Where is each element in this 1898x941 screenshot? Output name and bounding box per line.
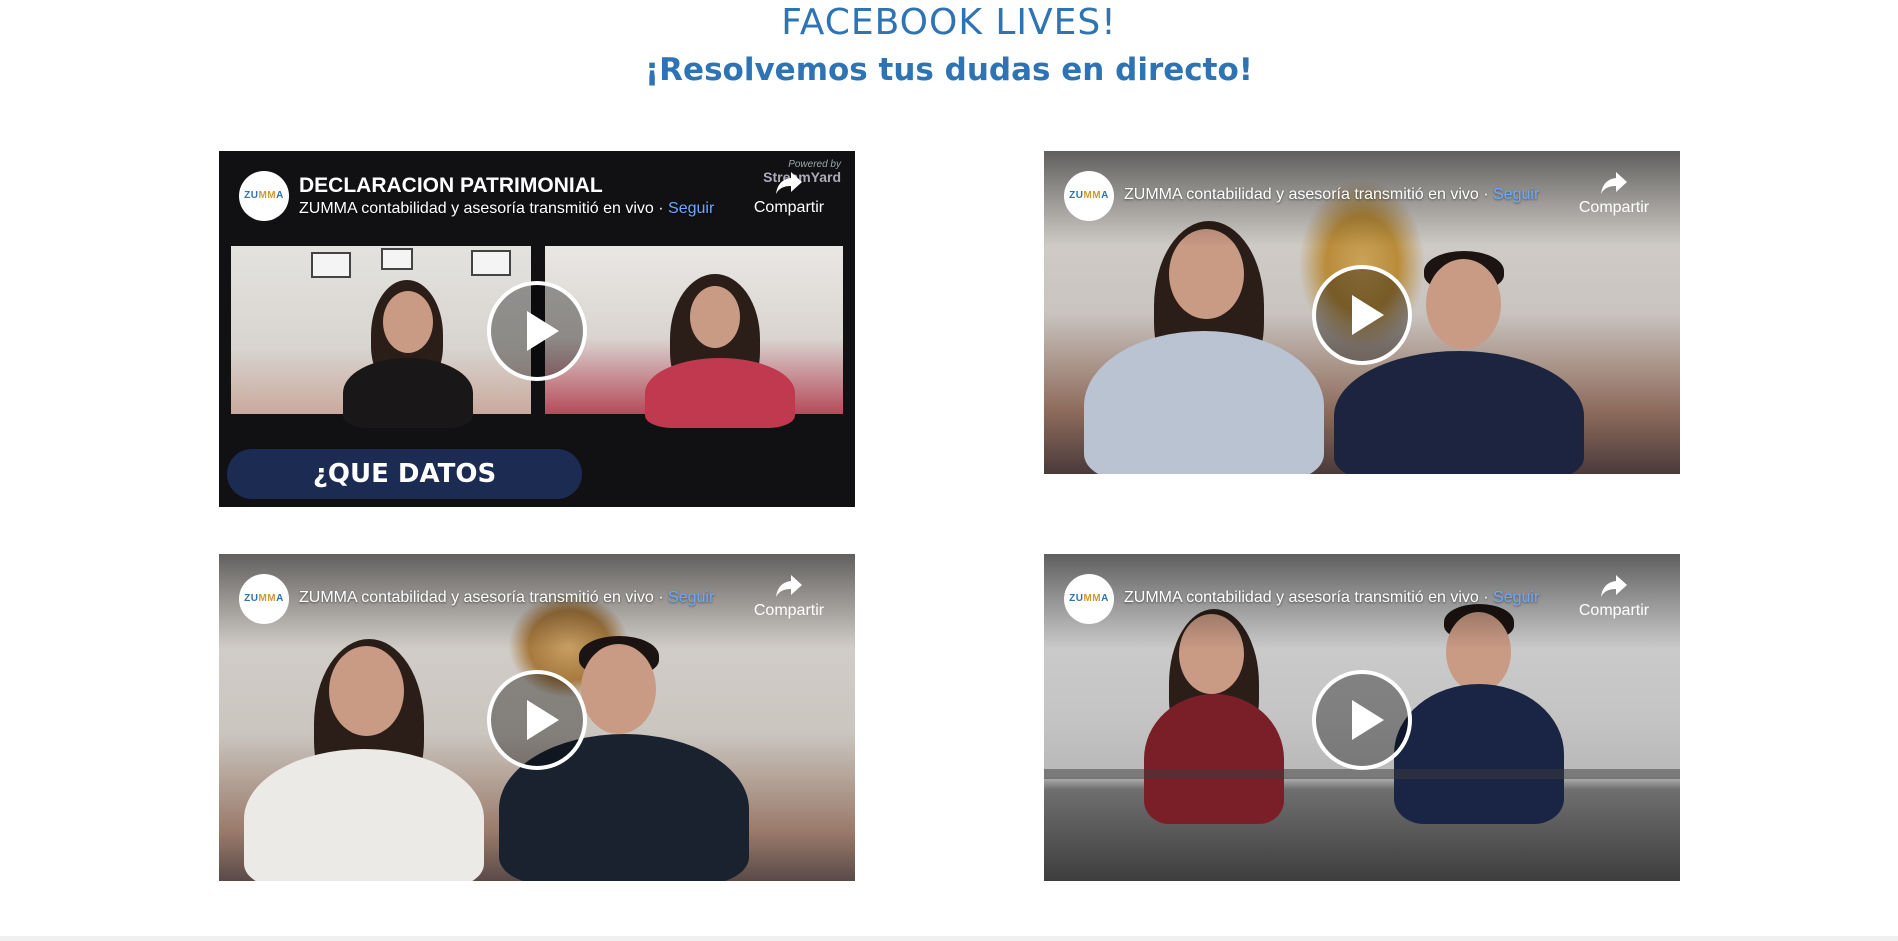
play-icon [1352, 700, 1384, 740]
video-embed-3[interactable]: ZUMMA ZUMMA contabilidad y asesoría tran… [219, 554, 855, 881]
share-button[interactable]: Compartir [749, 572, 829, 620]
play-button[interactable] [1312, 670, 1412, 770]
share-button[interactable]: Compartir [1574, 572, 1654, 620]
follow-link[interactable]: Seguir [1493, 186, 1539, 203]
video-header: ZUMMA ZUMMA contabilidad y asesoría tran… [1044, 554, 1680, 649]
byline-text: ZUMMA contabilidad y asesoría transmitió… [299, 589, 669, 606]
play-icon [527, 311, 559, 351]
share-button[interactable]: Compartir [749, 169, 829, 217]
video-header: ZUMMA ZUMMA contabilidad y asesoría tran… [1044, 151, 1680, 246]
video-header: ZUMMA ZUMMA contabilidad y asesoría tran… [219, 554, 855, 649]
video-title[interactable]: DECLARACION PATRIMONIAL [299, 174, 603, 198]
play-button[interactable] [487, 281, 587, 381]
video-frame-left [231, 246, 531, 428]
byline-text: ZUMMA contabilidad y asesoría transmitió… [1124, 186, 1494, 203]
share-label: Compartir [753, 199, 825, 216]
play-button[interactable] [487, 670, 587, 770]
share-arrow-icon [776, 575, 802, 597]
video-overlay-caption: ¿QUE DATOS CONTIENE? [227, 449, 582, 499]
video-byline: ZUMMA contabilidad y asesoría transmitió… [299, 589, 714, 607]
follow-link[interactable]: Seguir [668, 589, 714, 606]
video-header: ZUMMA DECLARACION PATRIMONIAL ZUMMA cont… [219, 151, 855, 246]
share-arrow-icon [1601, 575, 1627, 597]
share-label: Compartir [1578, 602, 1650, 619]
share-label: Compartir [753, 602, 825, 619]
channel-avatar[interactable]: ZUMMA [1064, 574, 1114, 624]
share-label: Compartir [1578, 199, 1650, 216]
follow-link[interactable]: Seguir [668, 200, 714, 217]
channel-avatar[interactable]: ZUMMA [1064, 171, 1114, 221]
video-embed-2[interactable]: ZUMMA ZUMMA contabilidad y asesoría tran… [1044, 151, 1680, 474]
video-embed-declaracion-patrimonial[interactable]: ¿QUE DATOS CONTIENE? ZUMMA DECLARACION P… [219, 151, 855, 507]
page-footer-edge [0, 936, 1898, 941]
share-arrow-icon [776, 172, 802, 194]
share-button[interactable]: Compartir [1574, 169, 1654, 217]
video-byline: ZUMMA contabilidad y asesoría transmitió… [1124, 589, 1539, 607]
channel-avatar[interactable]: ZUMMA [239, 171, 289, 221]
byline-text: ZUMMA contabilidad y asesoría transmitió… [299, 200, 669, 217]
share-arrow-icon [1601, 172, 1627, 194]
play-icon [1352, 295, 1384, 335]
play-button[interactable] [1312, 265, 1412, 365]
page-title: FACEBOOK LIVES! [781, 2, 1117, 43]
play-icon [527, 700, 559, 740]
follow-link[interactable]: Seguir [1493, 589, 1539, 606]
byline-text: ZUMMA contabilidad y asesoría transmitió… [1124, 589, 1494, 606]
channel-avatar[interactable]: ZUMMA [239, 574, 289, 624]
video-embed-4[interactable]: ZUMMA ZUMMA contabilidad y asesoría tran… [1044, 554, 1680, 881]
page-subtitle: ¡Resolvemos tus dudas en directo! [645, 52, 1253, 88]
video-frame-right [545, 246, 843, 428]
video-byline: ZUMMA contabilidad y asesoría transmitió… [1124, 186, 1539, 204]
video-byline: ZUMMA contabilidad y asesoría transmitió… [299, 200, 714, 218]
